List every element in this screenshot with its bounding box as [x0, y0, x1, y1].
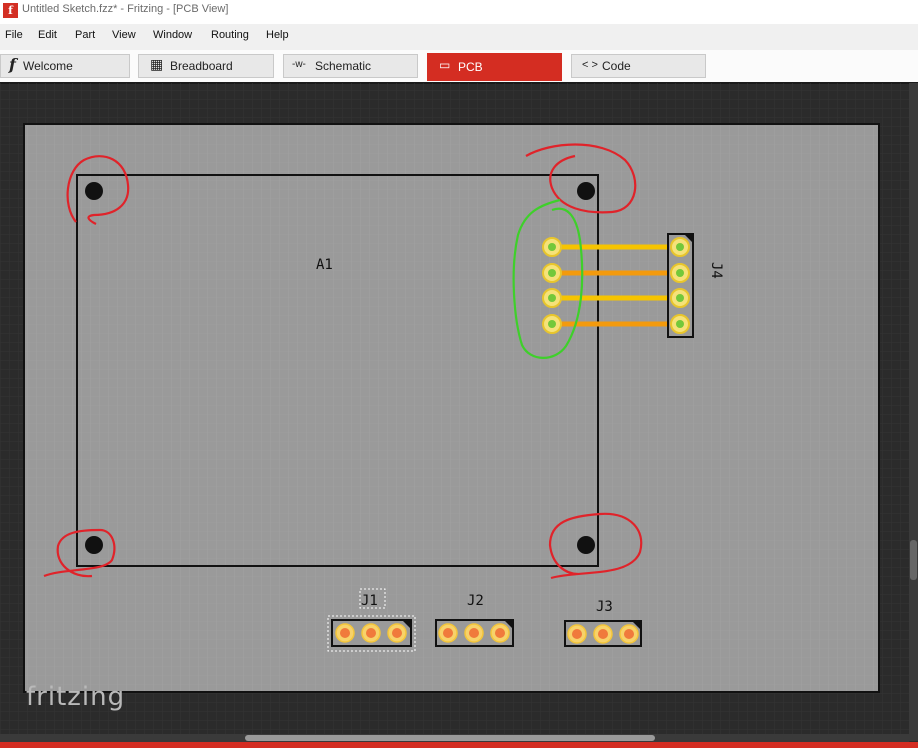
pcb-canvas[interactable]: A1 J4 J1 J2 J3 [0, 83, 918, 748]
tab-breadboard[interactable]: ▦ Breadboard [138, 54, 274, 78]
a1-pad-hole [548, 294, 556, 302]
a1-pad-hole [548, 320, 556, 328]
tab-breadboard-label: Breadboard [170, 59, 233, 73]
code-brackets-icon: < > [582, 59, 598, 71]
j4-pad-hole [676, 269, 684, 277]
menu-routing[interactable]: Routing [211, 29, 249, 41]
j2-pad-hole [495, 628, 505, 638]
tab-code[interactable]: < > Code [571, 54, 706, 78]
mount-hole-bottom-right [577, 536, 595, 554]
fritzing-app-icon: f [3, 3, 18, 18]
j4-pad-hole [676, 320, 684, 328]
j1-pad-hole [392, 628, 402, 638]
menu-part[interactable]: Part [75, 29, 95, 41]
pcb-board-grid [24, 124, 879, 692]
a1-pad-hole [548, 269, 556, 277]
horizontal-scrollbar-thumb[interactable] [245, 735, 655, 741]
title-bar: f Untitled Sketch.fzz* - Fritzing - [PCB… [0, 0, 918, 24]
j3-pad-hole [572, 629, 582, 639]
j2-pad-hole [469, 628, 479, 638]
view-tab-bar: f Welcome ▦ Breadboard -w- Schematic ▭ P… [0, 50, 918, 84]
a1-pad-hole [548, 243, 556, 251]
pcb-icon: ▭ [439, 58, 451, 72]
tab-pcb-label: PCB [458, 60, 483, 74]
tab-code-label: Code [602, 59, 631, 73]
vertical-scrollbar-thumb[interactable] [910, 540, 917, 580]
window-title: Untitled Sketch.fzz* - Fritzing - [PCB V… [22, 3, 229, 15]
j3-pad-hole [598, 629, 608, 639]
breadboard-icon: ▦ [150, 56, 164, 72]
j2-pad-hole [443, 628, 453, 638]
tab-welcome-label: Welcome [23, 59, 73, 73]
tab-pcb[interactable]: ▭ PCB [427, 53, 562, 81]
j4-pad-hole [676, 243, 684, 251]
menu-file[interactable]: File [5, 29, 23, 41]
j1-pad-hole [366, 628, 376, 638]
vertical-scrollbar[interactable] [909, 83, 918, 741]
menu-edit[interactable]: Edit [38, 29, 57, 41]
j2-pads[interactable] [438, 623, 510, 643]
part-j4-label[interactable]: J4 [708, 262, 724, 279]
tab-schematic[interactable]: -w- Schematic [283, 54, 418, 78]
mount-hole-top-right [577, 182, 595, 200]
j3-pad-hole [624, 629, 634, 639]
mount-hole-top-left [85, 182, 103, 200]
tab-welcome[interactable]: f Welcome [0, 54, 130, 78]
j4-pad-hole [676, 294, 684, 302]
part-a1-label[interactable]: A1 [316, 257, 333, 273]
j3-pads[interactable] [567, 624, 639, 644]
part-j1-label[interactable]: J1 [361, 593, 378, 609]
menu-help[interactable]: Help [266, 29, 289, 41]
menu-bar: File Edit Part View Window Routing Help [0, 24, 918, 51]
bottom-toolbar-edge [0, 742, 918, 748]
resistor-icon: -w- [292, 59, 306, 70]
fritzing-f-icon: f [9, 55, 16, 74]
menu-view[interactable]: View [112, 29, 136, 41]
j1-pad-hole [340, 628, 350, 638]
part-j2-label[interactable]: J2 [467, 593, 484, 609]
fritzing-watermark: fritzing [26, 682, 126, 712]
tab-schematic-label: Schematic [315, 59, 372, 73]
menu-window[interactable]: Window [153, 29, 192, 41]
j1-pads[interactable] [335, 623, 407, 643]
mount-hole-bottom-left [85, 536, 103, 554]
part-j3-label[interactable]: J3 [596, 599, 613, 615]
